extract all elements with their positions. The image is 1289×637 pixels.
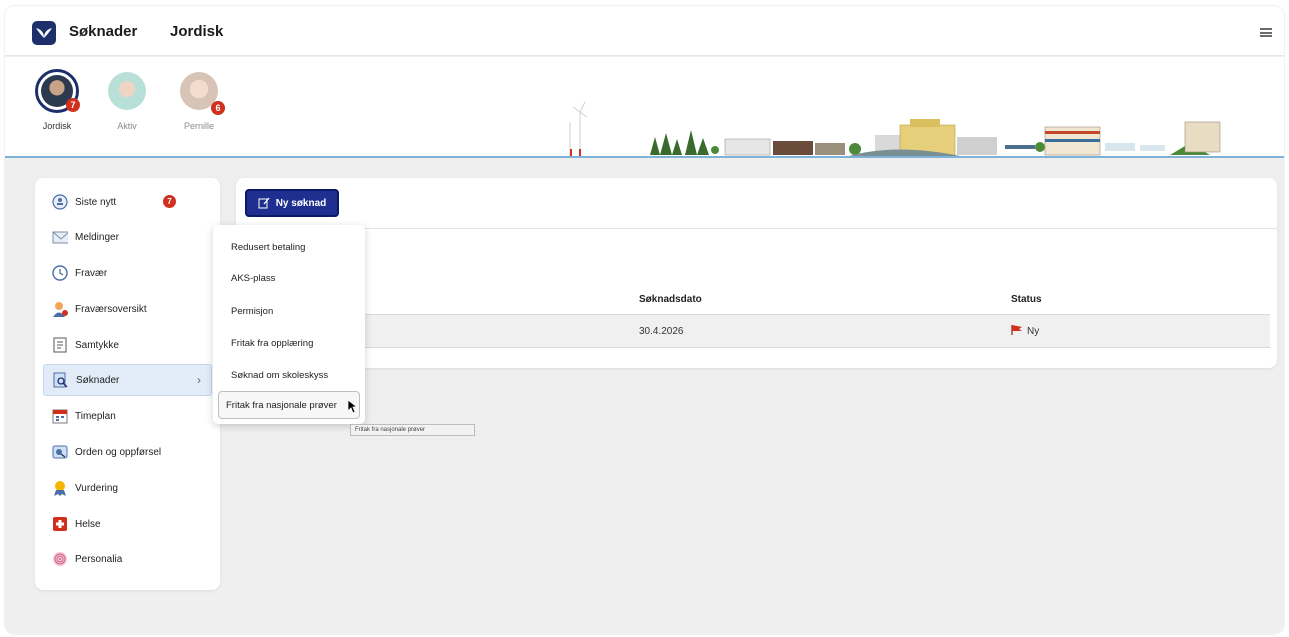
fingerprint-icon bbox=[52, 551, 68, 567]
sidebar-item-fravaersoversikt[interactable]: Fraværsoversikt bbox=[43, 293, 212, 325]
app-title[interactable]: Søknader bbox=[69, 23, 137, 40]
sidebar-item-siste-nytt[interactable]: Siste nytt 7 bbox=[43, 186, 212, 218]
sidebar-item-soknader[interactable]: Søknader › bbox=[43, 364, 212, 396]
menu-item-fritak-fra-nasjonale-prover[interactable]: Fritak fra nasjonale prøver bbox=[218, 391, 360, 419]
form-icon bbox=[52, 337, 68, 353]
envelope-icon bbox=[52, 229, 68, 245]
menu-item-permisjon[interactable]: Permisjon bbox=[218, 297, 360, 325]
sidebar-item-timeplan[interactable]: Timeplan bbox=[43, 400, 212, 432]
hamburger-menu-icon[interactable] bbox=[1260, 28, 1272, 37]
sidebar-item-samtykke[interactable]: Samtykke bbox=[43, 329, 212, 361]
notification-badge: 7 bbox=[66, 98, 80, 112]
application-date: 30.4.2026 bbox=[639, 326, 684, 337]
sidebar-item-label: Personalia bbox=[75, 553, 123, 565]
calendar-icon bbox=[52, 408, 68, 424]
user-title[interactable]: Jordisk bbox=[170, 23, 223, 40]
sidebar-item-label: Orden og oppførsel bbox=[75, 446, 162, 458]
avatar: 7 bbox=[35, 69, 80, 113]
applications-panel: Ny søknad Søknadsdato Status 30.4.2026 N… bbox=[236, 178, 1277, 368]
notification-badge: 6 bbox=[211, 101, 225, 115]
divider bbox=[5, 156, 1284, 158]
clock-icon bbox=[52, 265, 68, 281]
sidebar-item-label: Samtykke bbox=[75, 339, 119, 351]
profile-aktiv[interactable]: Aktiv bbox=[97, 69, 157, 131]
table-row[interactable] bbox=[245, 314, 1270, 348]
sidebar-item-label: Fraværsoversikt bbox=[75, 303, 147, 315]
top-bar: Søknader Jordisk bbox=[5, 6, 1284, 56]
sidebar-item-meldinger[interactable]: Meldinger bbox=[43, 221, 212, 253]
menu-item-fritak-fra-opplaering[interactable]: Fritak fra opplæring bbox=[218, 329, 360, 357]
medal-icon bbox=[52, 480, 68, 496]
menu-item-aks-plass[interactable]: AKS-plass bbox=[218, 264, 360, 292]
city-skyline-illustration bbox=[545, 101, 1260, 158]
sidebar-item-orden-og-oppforsel[interactable]: Orden og oppførsel bbox=[43, 436, 212, 468]
menu-item-soknad-om-skoleskyss[interactable]: Søknad om skoleskyss bbox=[218, 361, 360, 389]
search-document-icon bbox=[53, 372, 69, 388]
conduct-icon bbox=[52, 444, 68, 460]
sidebar-item-label: Timeplan bbox=[75, 410, 116, 422]
sidebar-item-personalia[interactable]: Personalia bbox=[43, 543, 212, 575]
notification-badge: 7 bbox=[163, 195, 176, 208]
red-flag-icon bbox=[1011, 325, 1022, 335]
sidebar-item-helse[interactable]: Helse bbox=[43, 508, 212, 540]
profile-pernille[interactable]: 6 Pernille bbox=[169, 69, 229, 131]
mouse-cursor-icon bbox=[348, 400, 358, 414]
column-header-status[interactable]: Status bbox=[1011, 294, 1042, 305]
divider bbox=[236, 228, 1277, 229]
edit-icon bbox=[258, 197, 270, 209]
tooltip: Fritak fra nasjonale prøver bbox=[350, 424, 475, 436]
new-application-dropdown: Redusert betaling AKS-plass Permisjon Fr… bbox=[213, 225, 365, 424]
news-icon bbox=[52, 194, 68, 210]
sidebar-item-label: Fravær bbox=[75, 267, 108, 279]
profile-name: Jordisk bbox=[42, 121, 72, 131]
profile-name: Aktiv bbox=[117, 121, 137, 131]
sidebar-item-label: Meldinger bbox=[75, 231, 119, 243]
avatar bbox=[105, 69, 149, 113]
sidebar: Siste nytt 7 Meldinger Fravær Fraværsove… bbox=[35, 178, 220, 590]
avatar: 6 bbox=[177, 69, 225, 115]
health-cross-icon bbox=[52, 516, 68, 532]
new-application-label: Ny søknad bbox=[275, 197, 327, 209]
sidebar-item-label: Vurdering bbox=[75, 482, 118, 494]
profile-strip: 7 Jordisk Aktiv 6 Pernille bbox=[5, 57, 1284, 158]
person-icon bbox=[52, 301, 68, 317]
sidebar-item-vurdering[interactable]: Vurdering bbox=[43, 472, 212, 504]
chevron-right-icon: › bbox=[197, 373, 201, 387]
column-header-date[interactable]: Søknadsdato bbox=[639, 294, 702, 305]
sidebar-item-label: Siste nytt bbox=[75, 196, 117, 208]
sidebar-item-label: Helse bbox=[75, 518, 101, 530]
menu-item-redusert-betaling[interactable]: Redusert betaling bbox=[218, 233, 360, 261]
profile-name: Pernille bbox=[183, 121, 214, 131]
application-status: Ny bbox=[1027, 326, 1040, 337]
app-logo-icon[interactable] bbox=[32, 21, 56, 45]
profile-jordisk[interactable]: 7 Jordisk bbox=[27, 69, 87, 131]
sidebar-item-label: Søknader bbox=[76, 374, 120, 386]
sidebar-item-fravaer[interactable]: Fravær bbox=[43, 257, 212, 289]
new-application-button[interactable]: Ny søknad bbox=[245, 189, 339, 217]
app-window: Søknader Jordisk 7 Jordisk Aktiv 6 Perni… bbox=[5, 6, 1284, 634]
